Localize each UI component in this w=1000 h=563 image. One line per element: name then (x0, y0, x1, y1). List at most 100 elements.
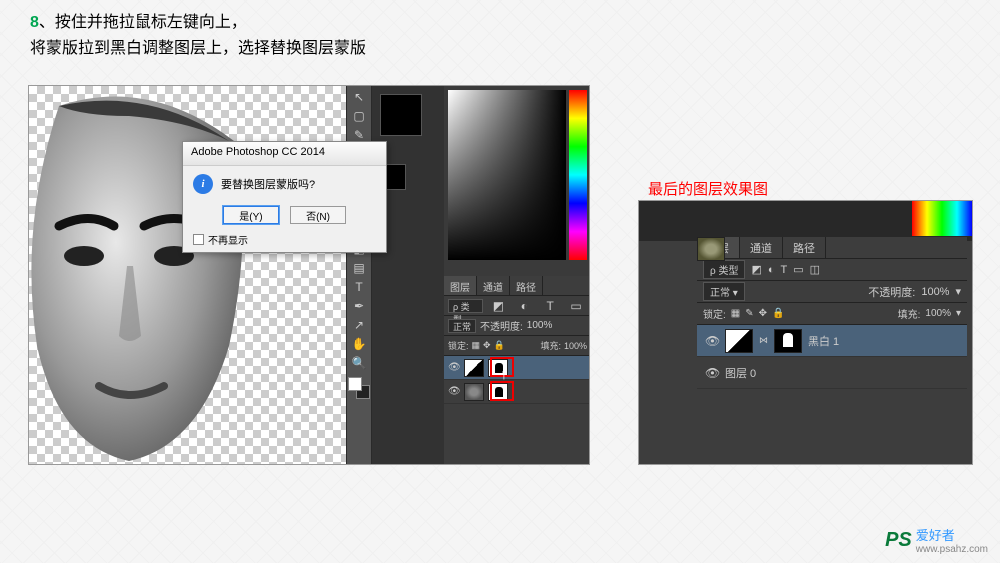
saturation-brightness-box[interactable] (448, 90, 566, 260)
watermark: PS 爱好者 www.psahz.com (885, 525, 988, 555)
lock-label: 锁定: (703, 306, 726, 321)
kind-filter[interactable]: ρ 类型 (448, 299, 483, 313)
blend-mode-select[interactable]: 正常 (448, 319, 476, 333)
adjustment-thumb[interactable] (725, 329, 753, 353)
lock-pixels-icon[interactable]: ▦ (731, 308, 740, 319)
dropdown-icon[interactable]: ▾ (955, 285, 961, 298)
step-line2: 将蒙版拉到黑白调整图层上，选择替换图层蒙版 (30, 40, 366, 57)
dont-show-label: 不再显示 (208, 232, 248, 247)
panel-tabs: 图层 通道 路径 (697, 237, 967, 259)
visibility-icon[interactable]: 👁 (448, 386, 460, 397)
filter-adj-icon[interactable]: ◐ (513, 297, 535, 315)
step-line1: 、按住并拖拉鼠标左键向上， (39, 14, 247, 31)
dialog-buttons: 是(Y) 否(N) (183, 202, 386, 228)
large-color-swatch[interactable] (380, 94, 422, 136)
lock-pixels-icon[interactable]: ▦ (472, 340, 481, 351)
dropdown-icon[interactable]: ▾ (956, 308, 961, 319)
visibility-icon[interactable]: 👁 (705, 366, 719, 380)
link-icon[interactable]: ⋈ (759, 335, 768, 346)
tab-channels[interactable]: 通道 (740, 237, 783, 258)
fill-value[interactable]: 100% (564, 341, 587, 351)
yes-button[interactable]: 是(Y) (223, 206, 279, 224)
step-number: 8 (30, 14, 39, 31)
path-tool-icon[interactable]: ↗ (348, 316, 370, 334)
photoshop-window-main: ↖ ▢ ✎ ✦ ⌗ ✐ 🖌 ⊕ ◧ ▤ T ✒ ↗ ✋ 🔍 图层 通道 路径 (28, 85, 590, 465)
panel-tabs: 图层 通道 路径 (444, 276, 590, 296)
filter-shape-icon[interactable]: ▭ (565, 297, 587, 315)
zoom-tool-icon[interactable]: 🔍 (348, 354, 370, 372)
mask-thumb[interactable] (774, 329, 802, 353)
dialog-body: i 要替换图层蒙版吗? (183, 166, 386, 202)
dialog-title: Adobe Photoshop CC 2014 (183, 142, 386, 166)
type-tool-icon[interactable]: T (348, 278, 370, 296)
drag-arrow-icon: ↑ (500, 366, 508, 384)
dialog-message: 要替换图层蒙版吗? (221, 176, 315, 192)
filter-image-icon[interactable]: ◩ (751, 263, 761, 276)
hue-slider-stub (912, 201, 972, 236)
info-icon: i (193, 174, 213, 194)
filter-smart-icon[interactable]: ◫ (810, 263, 820, 276)
opacity-value[interactable]: 100% (527, 320, 553, 331)
layer-image[interactable]: 👁 (444, 380, 590, 404)
blend-opacity-row: 正常 不透明度: 100% (444, 316, 590, 336)
layers-panel: 图层 通道 路径 ρ 类型 ◩ ◐ T ▭ 正常 不透明度: 100% 锁定: … (444, 276, 590, 465)
fill-label: 填充: (540, 339, 561, 352)
watermark-logo2: 爱好者 (916, 528, 955, 543)
layers-panel-result: 图层 通道 路径 ρ 类型 ◩ ◐ T ▭ ◫ 正常 ▾ 不透明度: 100% … (697, 237, 967, 447)
hue-slider[interactable] (569, 90, 587, 260)
replace-mask-dialog: Adobe Photoshop CC 2014 i 要替换图层蒙版吗? 是(Y)… (182, 141, 387, 253)
watermark-logo1: PS (885, 529, 912, 552)
opacity-label: 不透明度: (480, 318, 523, 333)
lock-brush-icon[interactable]: ✎ (745, 308, 753, 319)
hand-tool-icon[interactable]: ✋ (348, 335, 370, 353)
filter-image-icon[interactable]: ◩ (487, 297, 509, 315)
layer-list: 👁 ⋈ 黑白 1 👁 图层 0 (697, 325, 967, 389)
watermark-url: www.psahz.com (916, 544, 988, 555)
filter-adj-icon[interactable]: ◐ (768, 264, 775, 276)
layer-name[interactable]: 图层 0 (725, 365, 756, 381)
marquee-tool-icon[interactable]: ▢ (348, 107, 370, 125)
layer-bw-adjustment[interactable]: 👁 ⋈ 黑白 1 (697, 325, 967, 357)
visibility-icon[interactable]: 👁 (705, 334, 719, 348)
filter-type-icon[interactable]: T (539, 297, 561, 315)
lock-position-icon[interactable]: ✥ (483, 340, 491, 351)
lock-position-icon[interactable]: ✥ (759, 308, 767, 319)
opacity-label: 不透明度: (868, 284, 915, 300)
lock-fill-row: 锁定: ▦ ✥ 🔒 填充: 100% (444, 336, 590, 356)
result-top-bar (639, 201, 972, 241)
filter-shape-icon[interactable]: ▭ (793, 263, 803, 276)
step-instruction: 8、按住并拖拉鼠标左键向上， 将蒙版拉到黑白调整图层上，选择替换图层蒙版 (30, 10, 366, 61)
adjustment-thumb[interactable] (464, 359, 484, 377)
foreground-color[interactable] (348, 377, 362, 391)
tab-layers[interactable]: 图层 (444, 276, 477, 295)
result-title: 最后的图层效果图 (648, 178, 768, 199)
filter-type-icon[interactable]: T (781, 264, 788, 276)
layer-filter-row: ρ 类型 ◩ ◐ T ▭ ◫ (697, 259, 967, 281)
layer-0[interactable]: 👁 图层 0 (697, 357, 967, 389)
tab-channels[interactable]: 通道 (477, 276, 510, 295)
dont-show-checkbox[interactable] (193, 234, 204, 245)
tab-paths[interactable]: 路径 (783, 237, 826, 258)
move-tool-icon[interactable]: ↖ (348, 88, 370, 106)
dont-show-row[interactable]: 不再显示 (183, 228, 386, 251)
tab-paths[interactable]: 路径 (510, 276, 543, 295)
lock-all-icon[interactable]: 🔒 (494, 340, 505, 351)
layer-adjustment-bw[interactable]: 👁 (444, 356, 590, 380)
foreground-background-swatch[interactable] (348, 377, 370, 399)
opacity-value[interactable]: 100% (921, 286, 949, 298)
lock-fill-row: 锁定: ▦ ✎ ✥ 🔒 填充: 100% ▾ (697, 303, 967, 325)
layer-thumb[interactable] (464, 383, 484, 401)
layer-name[interactable]: 黑白 1 (808, 333, 839, 349)
mask-thumb-source[interactable] (488, 383, 508, 401)
layer-thumb[interactable] (697, 237, 725, 261)
kind-filter[interactable]: ρ 类型 (703, 260, 745, 279)
blend-opacity-row: 正常 ▾ 不透明度: 100% ▾ (697, 281, 967, 303)
photoshop-window-result: 图层 通道 路径 ρ 类型 ◩ ◐ T ▭ ◫ 正常 ▾ 不透明度: 100% … (638, 200, 973, 465)
pen-tool-icon[interactable]: ✒ (348, 297, 370, 315)
lock-all-icon[interactable]: 🔒 (772, 308, 784, 319)
blend-mode-select[interactable]: 正常 ▾ (703, 282, 745, 301)
no-button[interactable]: 否(N) (290, 206, 346, 224)
visibility-icon[interactable]: 👁 (448, 362, 460, 373)
fill-value[interactable]: 100% (925, 308, 951, 319)
gradient-tool-icon[interactable]: ▤ (348, 259, 370, 277)
